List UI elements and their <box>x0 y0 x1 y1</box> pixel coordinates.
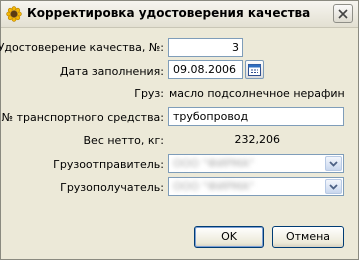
dialog-window: Корректировка удостоверения качества Удо… <box>0 0 359 260</box>
shipper-dropdown-button[interactable] <box>325 156 342 171</box>
shipper-label: Грузоотправитель: <box>53 158 164 171</box>
calendar-icon <box>248 64 261 76</box>
chevron-down-icon <box>329 184 338 190</box>
calendar-button[interactable] <box>245 60 264 79</box>
window-title: Корректировка удостоверения качества <box>27 6 311 20</box>
cargo-value-field: масло подсолнечное нерафинированное <box>164 84 346 103</box>
consignee-value: ООО "ФИРМА" <box>173 180 254 193</box>
title-bar[interactable]: Корректировка удостоверения качества <box>1 1 358 28</box>
fill-date-label: Дата заполнения: <box>59 65 164 78</box>
certificate-number-value: 3 <box>232 41 239 54</box>
net-weight-value-field: 232,206 <box>168 130 284 149</box>
vehicle-number-label: № транспортного средства: <box>1 111 164 124</box>
close-icon <box>338 9 348 19</box>
consignee-dropdown-button[interactable] <box>325 179 342 194</box>
vehicle-number-input[interactable]: трубопровод <box>168 107 344 126</box>
consignee-combobox[interactable]: ООО "ФИРМА" <box>168 177 344 196</box>
sunflower-icon <box>6 6 22 22</box>
net-weight-value: 232,206 <box>234 133 281 146</box>
ok-button[interactable]: OK <box>194 226 264 248</box>
chevron-down-icon <box>329 161 338 167</box>
vehicle-number-value: трубопровод <box>173 110 249 123</box>
certificate-number-label: Удостоверение качества, №: <box>0 41 164 54</box>
fill-date-value: 09.08.2006 <box>173 63 236 76</box>
cargo-label: Груз: <box>134 87 164 100</box>
cancel-button[interactable]: Отмена <box>272 226 344 248</box>
shipper-combobox[interactable]: ООО "ФИРМА" <box>168 154 344 173</box>
fill-date-input[interactable]: 09.08.2006 <box>168 60 243 79</box>
net-weight-label: Вес нетто, кг: <box>83 134 165 147</box>
certificate-number-input[interactable]: 3 <box>168 38 243 57</box>
shipper-value: ООО "ФИРМА" <box>173 157 254 170</box>
consignee-label: Грузополучатель: <box>60 181 164 194</box>
close-button[interactable] <box>333 4 353 23</box>
cargo-value: масло подсолнечное нерафинированное <box>169 87 345 100</box>
